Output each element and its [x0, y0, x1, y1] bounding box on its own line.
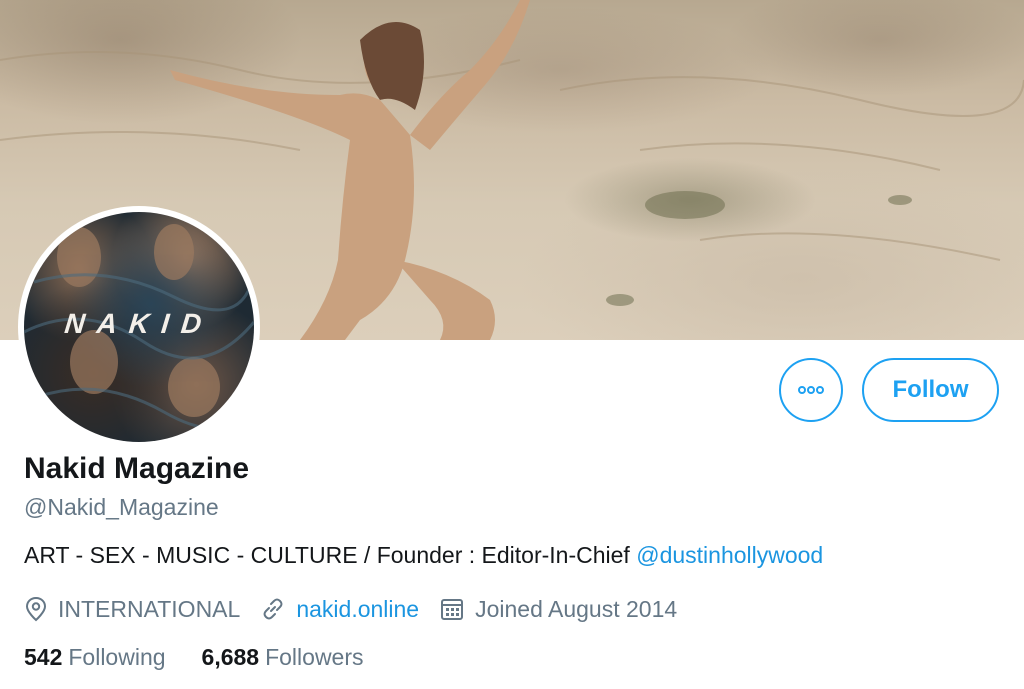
- profile-meta: INTERNATIONAL nakid.online Joined August…: [24, 592, 697, 626]
- followers-stat-link[interactable]: 6,688 Followers: [202, 644, 364, 671]
- follow-button[interactable]: Follow: [862, 358, 999, 422]
- avatar-logo-text: NAKID: [63, 308, 216, 339]
- website-link[interactable]: nakid.online: [296, 596, 419, 623]
- followers-label: Followers: [265, 644, 364, 670]
- joined-item: Joined August 2014: [439, 596, 677, 623]
- website-item: nakid.online: [260, 596, 419, 623]
- profile-avatar[interactable]: NAKID: [18, 206, 260, 448]
- calendar-icon: [441, 599, 464, 620]
- avatar-image: NAKID: [24, 212, 254, 442]
- bio-mention-link[interactable]: @dustinhollywood: [636, 542, 823, 568]
- location-item: INTERNATIONAL: [24, 596, 240, 623]
- location-text: INTERNATIONAL: [58, 595, 241, 622]
- followers-count: 6,688: [201, 644, 260, 670]
- joined-text: Joined August 2014: [475, 595, 678, 622]
- bio-text: ART - SEX - MUSIC - CULTURE / Founder : …: [24, 542, 637, 568]
- profile-stats: 542 Following 6,688 Followers: [24, 644, 400, 671]
- profile-bio: ART - SEX - MUSIC - CULTURE / Founder : …: [24, 542, 823, 569]
- location-pin-icon: [25, 596, 47, 622]
- following-label: Following: [68, 644, 166, 670]
- more-horizontal-icon: [798, 386, 824, 394]
- user-handle: @Nakid_Magazine: [24, 494, 219, 520]
- link-icon: [263, 598, 283, 620]
- following-count: 542: [24, 644, 63, 670]
- following-stat-link[interactable]: 542 Following: [24, 644, 166, 671]
- more-options-button[interactable]: [779, 358, 843, 422]
- display-name: Nakid Magazine: [24, 452, 250, 485]
